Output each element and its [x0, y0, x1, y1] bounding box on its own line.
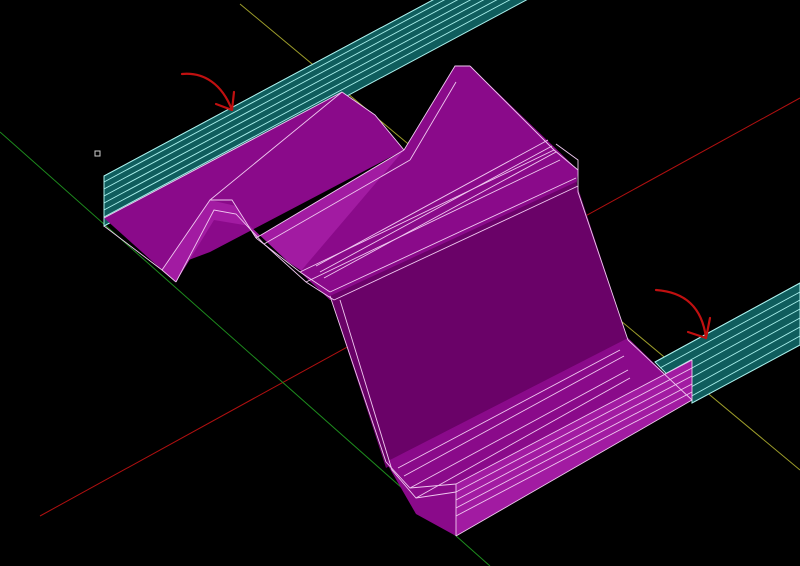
cad-3d-viewport[interactable] — [0, 0, 800, 566]
red-curved-arrow-icon — [654, 288, 712, 340]
pick-box-icon — [94, 150, 101, 157]
model-canvas[interactable] — [0, 0, 800, 566]
red-curved-arrow-icon — [180, 72, 236, 112]
